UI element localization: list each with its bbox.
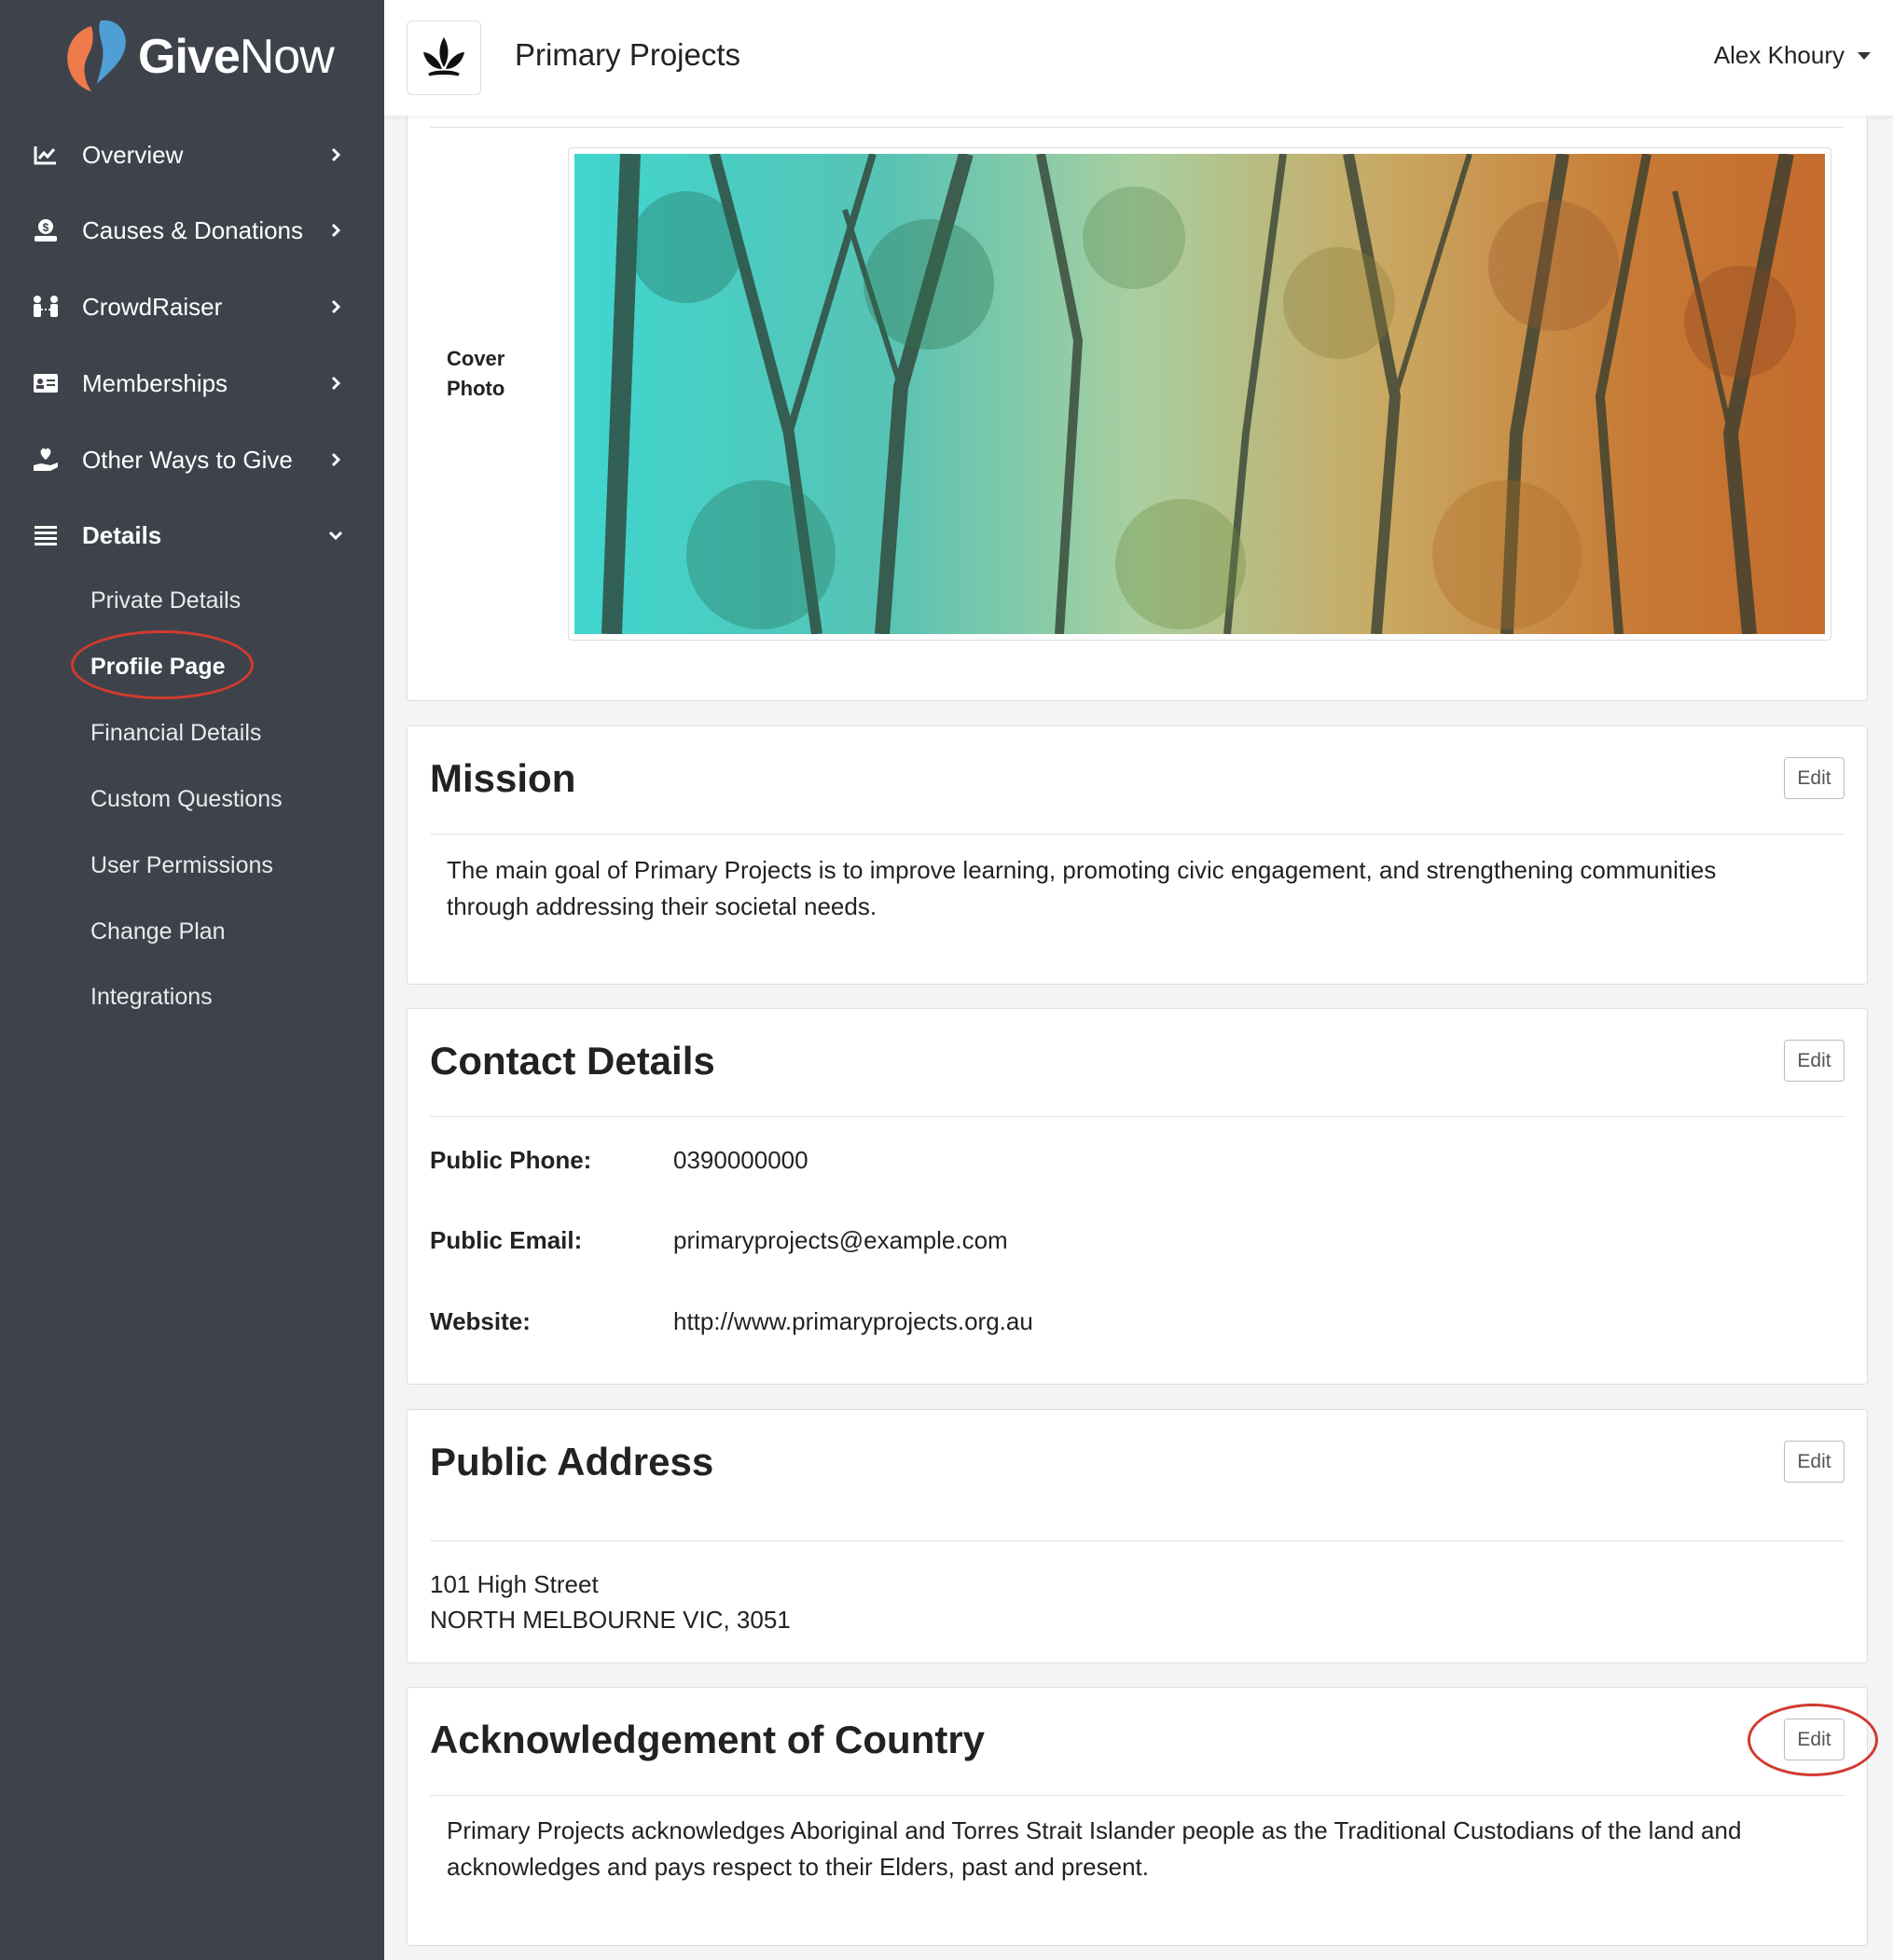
public-phone-value: 0390000000 (673, 1146, 808, 1174)
cover-photo-label: Cover Photo (447, 347, 505, 400)
subnav-change-plan[interactable]: Change Plan (90, 918, 226, 945)
section-title: Mission (430, 756, 576, 800)
subnav-financial-details[interactable]: Financial Details (90, 720, 261, 747)
contact-edit-button[interactable]: Edit (1784, 1040, 1845, 1082)
divider (430, 1540, 1845, 1541)
chevron-right-icon (331, 147, 341, 162)
public-email-value: primaryprojects@example.com (673, 1226, 1008, 1254)
givenow-logo[interactable]: GiveNow (60, 19, 335, 95)
public-phone-label: Public Phone: (430, 1146, 592, 1174)
lotus-icon (423, 37, 464, 76)
subnav-user-permissions[interactable]: User Permissions (90, 852, 273, 879)
sidebar-item-memberships[interactable]: Memberships (0, 346, 384, 421)
subnav-custom-questions[interactable]: Custom Questions (90, 786, 283, 813)
sidebar-item-label: Memberships (82, 368, 228, 397)
chart-line-icon (32, 141, 60, 169)
public-email-label: Public Email: (430, 1226, 583, 1254)
mission-edit-button[interactable]: Edit (1784, 757, 1845, 799)
forest-trees-icon (601, 154, 1796, 634)
address-line-2: NORTH MELBOURNE VIC, 3051 (430, 1606, 791, 1634)
sidebar-item-label: CrowdRaiser (82, 292, 223, 321)
sidebar-item-label: Other Ways to Give (82, 445, 293, 474)
svg-text:$: $ (43, 221, 49, 234)
subnav-profile-page[interactable]: Profile Page (90, 654, 226, 681)
section-title: Contact Details (430, 1039, 715, 1083)
user-menu[interactable]: Alex Khoury (1714, 41, 1871, 70)
org-name: Primary Projects (515, 37, 741, 72)
sidebar-item-details[interactable]: Details (0, 498, 384, 573)
divider (430, 834, 1845, 835)
hand-heart-icon (32, 446, 60, 474)
section-title: Acknowledgement of Country (430, 1718, 986, 1761)
sidebar-item-crowdraiser[interactable]: CrowdRaiser (0, 269, 384, 344)
chevron-right-icon (331, 452, 341, 467)
divider (430, 1116, 1845, 1117)
sidebar-item-label: Details (82, 520, 162, 549)
sidebar-item-label: Overview (82, 140, 184, 169)
contact-details-card: Contact Details Edit Public Phone: 03900… (407, 1008, 1868, 1385)
user-name: Alex Khoury (1713, 41, 1845, 69)
acknowledgement-text: Primary Projects acknowledges Aboriginal… (447, 1816, 1742, 1881)
mission-text: The main goal of Primary Projects is to … (447, 856, 1717, 920)
heart-logo-icon (67, 20, 126, 91)
sidebar-item-label: Causes & Donations (82, 215, 304, 244)
divider (430, 1795, 1845, 1796)
people-icon (32, 293, 60, 321)
mission-card: Mission Edit The main goal of Primary Pr… (407, 725, 1868, 985)
org-logo[interactable] (407, 21, 481, 95)
list-icon (32, 521, 60, 549)
sidebar-item-causes-donations[interactable]: $ Causes & Donations (0, 193, 384, 268)
divider (430, 127, 1845, 128)
cover-photo-card: Cover Photo (407, 116, 1868, 701)
chevron-down-icon (328, 531, 343, 541)
address-line-1: 101 High Street (430, 1570, 599, 1598)
donation-icon: $ (32, 216, 60, 244)
subnav-integrations[interactable]: Integrations (90, 984, 213, 1011)
address-edit-button[interactable]: Edit (1784, 1441, 1845, 1483)
cover-photo-frame[interactable] (568, 147, 1831, 641)
website-label: Website: (430, 1307, 531, 1335)
acknowledgement-card: Acknowledgement of Country Edit Primary … (407, 1687, 1878, 1946)
website-value: http://www.primaryprojects.org.au (673, 1307, 1033, 1335)
sidebar-item-overview[interactable]: Overview (0, 117, 384, 192)
sidebar: GiveNow Overview $ Causes & Donations Cr… (0, 0, 384, 1960)
caret-down-icon (1858, 51, 1871, 60)
subnav-private-details[interactable]: Private Details (90, 587, 241, 614)
cover-photo-image (574, 154, 1825, 634)
acknowledgement-edit-button[interactable]: Edit (1784, 1718, 1845, 1760)
chevron-right-icon (331, 299, 341, 314)
top-bar: Primary Projects Alex Khoury (384, 0, 1893, 116)
id-card-icon (32, 369, 60, 397)
section-title: Public Address (430, 1440, 714, 1484)
chevron-right-icon (331, 223, 341, 238)
chevron-right-icon (331, 376, 341, 391)
brand-wordmark: GiveNow (138, 30, 335, 84)
sidebar-item-other-ways-to-give[interactable]: Other Ways to Give (0, 422, 384, 497)
public-address-card: Public Address Edit 101 High Street NORT… (407, 1409, 1868, 1663)
